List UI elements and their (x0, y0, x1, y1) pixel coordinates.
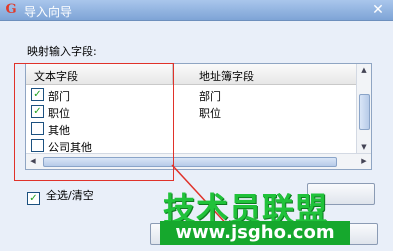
watermark-url: www.jsgho.com (160, 221, 350, 245)
